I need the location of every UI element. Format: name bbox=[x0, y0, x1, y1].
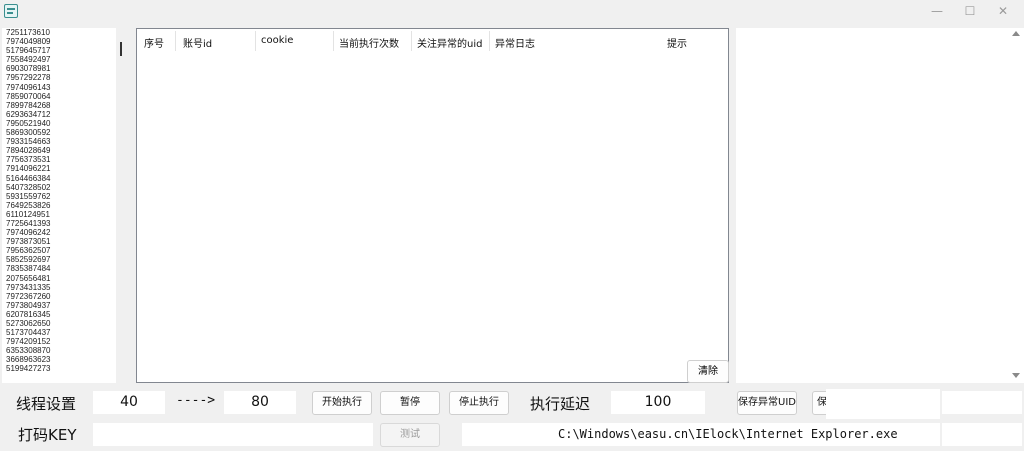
account-table[interactable]: 序号 账号id cookie 当前执行次数 关注异常的uid 异常日志 提示 清… bbox=[136, 28, 729, 383]
column-header-error-uid[interactable]: 关注异常的uid bbox=[417, 35, 482, 50]
uid-list-item[interactable]: 5164466384 bbox=[2, 174, 116, 183]
log-scrollbar[interactable] bbox=[1008, 28, 1024, 383]
column-header-error-log[interactable]: 异常日志 bbox=[495, 35, 535, 50]
uid-list-item[interactable]: 5852592697 bbox=[2, 255, 116, 264]
browser-path-input[interactable]: C:\Windows\easu.cn\IElock\Internet Explo… bbox=[462, 423, 940, 446]
uid-list-item[interactable]: 7649253826 bbox=[2, 201, 116, 210]
pause-button[interactable]: 暂停 bbox=[380, 391, 440, 415]
uid-list-item[interactable]: 6293634712 bbox=[2, 110, 116, 119]
uid-list-item[interactable]: 6110124951 bbox=[2, 210, 116, 219]
extra-input[interactable] bbox=[942, 391, 1022, 414]
delay-label: 执行延迟 bbox=[530, 395, 591, 413]
column-divider bbox=[333, 31, 334, 51]
scroll-up-arrow-icon[interactable] bbox=[1012, 31, 1020, 36]
uid-list-item[interactable]: 7558492497 bbox=[2, 55, 116, 64]
uid-list-item[interactable]: 7756373531 bbox=[2, 155, 116, 164]
maximize-button[interactable]: ☐ bbox=[955, 2, 985, 20]
uid-list-item[interactable]: 7973804937 bbox=[2, 301, 116, 310]
stop-button[interactable]: 停止执行 bbox=[449, 391, 509, 415]
uid-list-item[interactable]: 6353308870 bbox=[2, 346, 116, 355]
uid-list-item[interactable]: 5869300592 bbox=[2, 128, 116, 137]
uid-list-item[interactable]: 7973431335 bbox=[2, 283, 116, 292]
column-header-run-count[interactable]: 当前执行次数 bbox=[339, 35, 399, 50]
column-header-index[interactable]: 序号 bbox=[144, 35, 164, 50]
clear-button[interactable]: 清除 bbox=[687, 360, 729, 383]
uid-list-item[interactable]: 6903078981 bbox=[2, 64, 116, 73]
uid-list-item[interactable]: 7974096242 bbox=[2, 228, 116, 237]
uid-list-item[interactable]: 2075656481 bbox=[2, 274, 116, 283]
column-header-hint[interactable]: 提示 bbox=[667, 35, 687, 50]
captcha-key-label: 打码KEY bbox=[18, 426, 77, 444]
thread-from-input[interactable]: 40 bbox=[93, 391, 165, 414]
uid-list-item[interactable]: 5273062650 bbox=[2, 319, 116, 328]
uid-list-item[interactable]: 5931559762 bbox=[2, 192, 116, 201]
uid-list-item[interactable]: 7894028649 bbox=[2, 146, 116, 155]
text-caret bbox=[120, 42, 122, 56]
uid-list-item[interactable]: 7251173610 bbox=[2, 28, 116, 37]
start-button[interactable]: 开始执行 bbox=[312, 391, 372, 415]
save-error-uid-button[interactable]: 保存异常UID bbox=[737, 391, 797, 415]
uid-list-item[interactable]: 7725641393 bbox=[2, 219, 116, 228]
test-button[interactable]: 测试 bbox=[380, 423, 440, 447]
column-divider bbox=[175, 31, 176, 51]
scroll-down-arrow-icon[interactable] bbox=[1012, 373, 1020, 378]
app-icon bbox=[4, 4, 18, 18]
extra-input-2[interactable] bbox=[942, 423, 1022, 446]
uid-list-item[interactable]: 5173704437 bbox=[2, 328, 116, 337]
uid-list-item[interactable]: 7933154663 bbox=[2, 137, 116, 146]
thread-setting-label: 线程设置 bbox=[16, 395, 77, 413]
uid-list[interactable]: 7251173610 7974049809 5179645717 7558492497… bbox=[2, 28, 116, 383]
uid-list-item[interactable]: 5407328502 bbox=[2, 183, 116, 192]
uid-list-item[interactable]: 7957292278 bbox=[2, 73, 116, 82]
column-header-cookie[interactable]: cookie bbox=[261, 35, 293, 46]
column-header-account-id[interactable]: 账号id bbox=[183, 35, 212, 50]
close-button[interactable]: ✕ bbox=[988, 2, 1018, 20]
uid-list-item[interactable]: 5199427273 bbox=[2, 364, 116, 373]
uid-list-item[interactable]: 7835387484 bbox=[2, 264, 116, 273]
uid-list-item[interactable]: 7914096221 bbox=[2, 164, 116, 173]
log-panel[interactable] bbox=[736, 28, 1024, 383]
uid-list-item[interactable]: 7973873051 bbox=[2, 237, 116, 246]
column-divider bbox=[489, 31, 490, 51]
captcha-key-input[interactable] bbox=[93, 423, 373, 446]
uid-list-item[interactable]: 7974096143 bbox=[2, 83, 116, 92]
uid-list-item[interactable]: 7899784268 bbox=[2, 101, 116, 110]
minimize-button[interactable]: — bbox=[922, 2, 952, 20]
uid-list-item[interactable]: 7974209152 bbox=[2, 337, 116, 346]
uid-list-item[interactable]: 7972367260 bbox=[2, 292, 116, 301]
uid-list-item[interactable]: 7859070064 bbox=[2, 92, 116, 101]
thread-to-input[interactable]: 80 bbox=[224, 391, 296, 414]
uid-list-item[interactable]: 7974049809 bbox=[2, 37, 116, 46]
title-bar: — ☐ ✕ bbox=[0, 0, 1024, 24]
column-divider bbox=[411, 31, 412, 51]
uid-list-item[interactable]: 6207816345 bbox=[2, 310, 116, 319]
uid-list-item[interactable]: 7950521940 bbox=[2, 119, 116, 128]
thread-range-arrow: ----> bbox=[176, 393, 216, 408]
column-divider bbox=[255, 31, 256, 51]
overlay-panel bbox=[826, 389, 940, 419]
uid-list-item[interactable]: 7956362507 bbox=[2, 246, 116, 255]
uid-list-item[interactable]: 3668963623 bbox=[2, 355, 116, 364]
delay-input[interactable]: 100 bbox=[611, 391, 705, 414]
uid-list-item[interactable]: 5179645717 bbox=[2, 46, 116, 55]
